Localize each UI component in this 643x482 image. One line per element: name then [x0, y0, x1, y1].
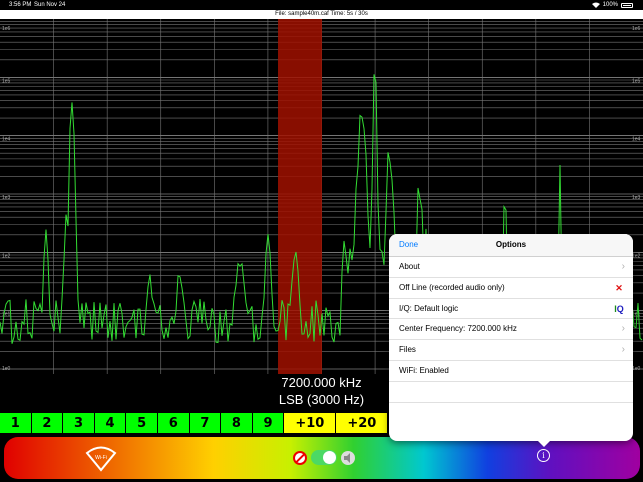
y-axis-label: 1e3: [2, 195, 11, 201]
y-axis-label: 1e3: [632, 195, 641, 201]
key-4[interactable]: 4: [94, 413, 127, 433]
key-1[interactable]: 1: [0, 413, 32, 433]
audio-toggle-group: [293, 450, 355, 465]
chevron-right-icon: ›: [621, 261, 625, 272]
iq-icon: IQ: [614, 303, 624, 314]
key-8[interactable]: 8: [221, 413, 253, 433]
wifi-button-label: Wi-Fi: [95, 455, 107, 461]
option-label: I/Q: Default logic: [399, 303, 459, 313]
option-label: WiFi: Enabled: [399, 365, 449, 375]
chevron-right-icon: ›: [621, 344, 625, 356]
key-7[interactable]: 7: [189, 413, 222, 433]
mute-icon[interactable]: [293, 450, 307, 465]
y-axis-label: 1e6: [2, 26, 11, 32]
option-row-files[interactable]: Files ›: [389, 340, 633, 361]
battery-icon: [621, 2, 633, 8]
chevron-right-icon: ›: [621, 323, 625, 335]
speaker-icon[interactable]: [341, 450, 355, 465]
audio-toggle[interactable]: [311, 450, 337, 465]
options-title: Options: [495, 240, 527, 249]
wifi-button-icon[interactable]: Wi-Fi: [84, 444, 118, 472]
y-axis-label: 1e2: [2, 253, 11, 259]
key-9[interactable]: 9: [252, 413, 285, 433]
y-axis-label: 1e4: [632, 137, 641, 143]
file-info-bar: File: sample40m.caf Time: 5s / 30s: [0, 10, 643, 19]
status-right: 100%: [591, 0, 633, 10]
option-row-offline[interactable]: Off Line (recorded audio only) ✕: [389, 278, 633, 299]
y-axis-label: 1e6: [632, 26, 641, 32]
option-label: Files: [399, 345, 416, 355]
option-row-empty: [389, 382, 633, 403]
key-3[interactable]: 3: [63, 413, 95, 433]
offline-x-icon: ✕: [615, 282, 623, 293]
key-6[interactable]: 6: [157, 413, 190, 433]
info-button-icon[interactable]: i: [537, 449, 550, 462]
y-axis-label: 1e0: [632, 366, 641, 372]
options-header: Done Options: [389, 234, 633, 257]
y-axis-label: 1e5: [632, 78, 641, 84]
y-axis-label: 1e2: [632, 253, 641, 259]
option-row-center-frequency[interactable]: Center Frequency: 7200.000 kHz ›: [389, 319, 633, 341]
option-row-iq[interactable]: I/Q: Default logic IQ: [389, 299, 633, 320]
status-time: 3:56 PM: [9, 2, 32, 8]
option-label: Center Frequency: 7200.000 kHz: [399, 324, 517, 334]
y-axis-label: 1e5: [2, 78, 11, 84]
wifi-status-icon: [591, 2, 600, 8]
status-bar: 3:56 PM Sun Nov 24 100%: [0, 0, 643, 10]
key-plus-20[interactable]: +20: [336, 413, 389, 433]
key-2[interactable]: 2: [31, 413, 64, 433]
option-label: Off Line (recorded audio only): [399, 282, 505, 292]
popover-arrow: [537, 440, 551, 447]
key-plus-10[interactable]: +10: [284, 413, 337, 433]
option-row-wifi[interactable]: WiFi: Enabled: [389, 361, 633, 382]
options-popover: Done Options About › Off Line (recorded …: [389, 234, 633, 441]
option-row-about[interactable]: About ›: [389, 257, 633, 278]
option-label: About: [399, 262, 420, 271]
key-5[interactable]: 5: [126, 413, 158, 433]
y-axis-label: 1e0: [2, 366, 11, 372]
status-date: Sun Nov 24: [34, 2, 66, 8]
battery-percent: 100%: [602, 2, 618, 8]
y-axis-label: 1e4: [2, 137, 11, 143]
